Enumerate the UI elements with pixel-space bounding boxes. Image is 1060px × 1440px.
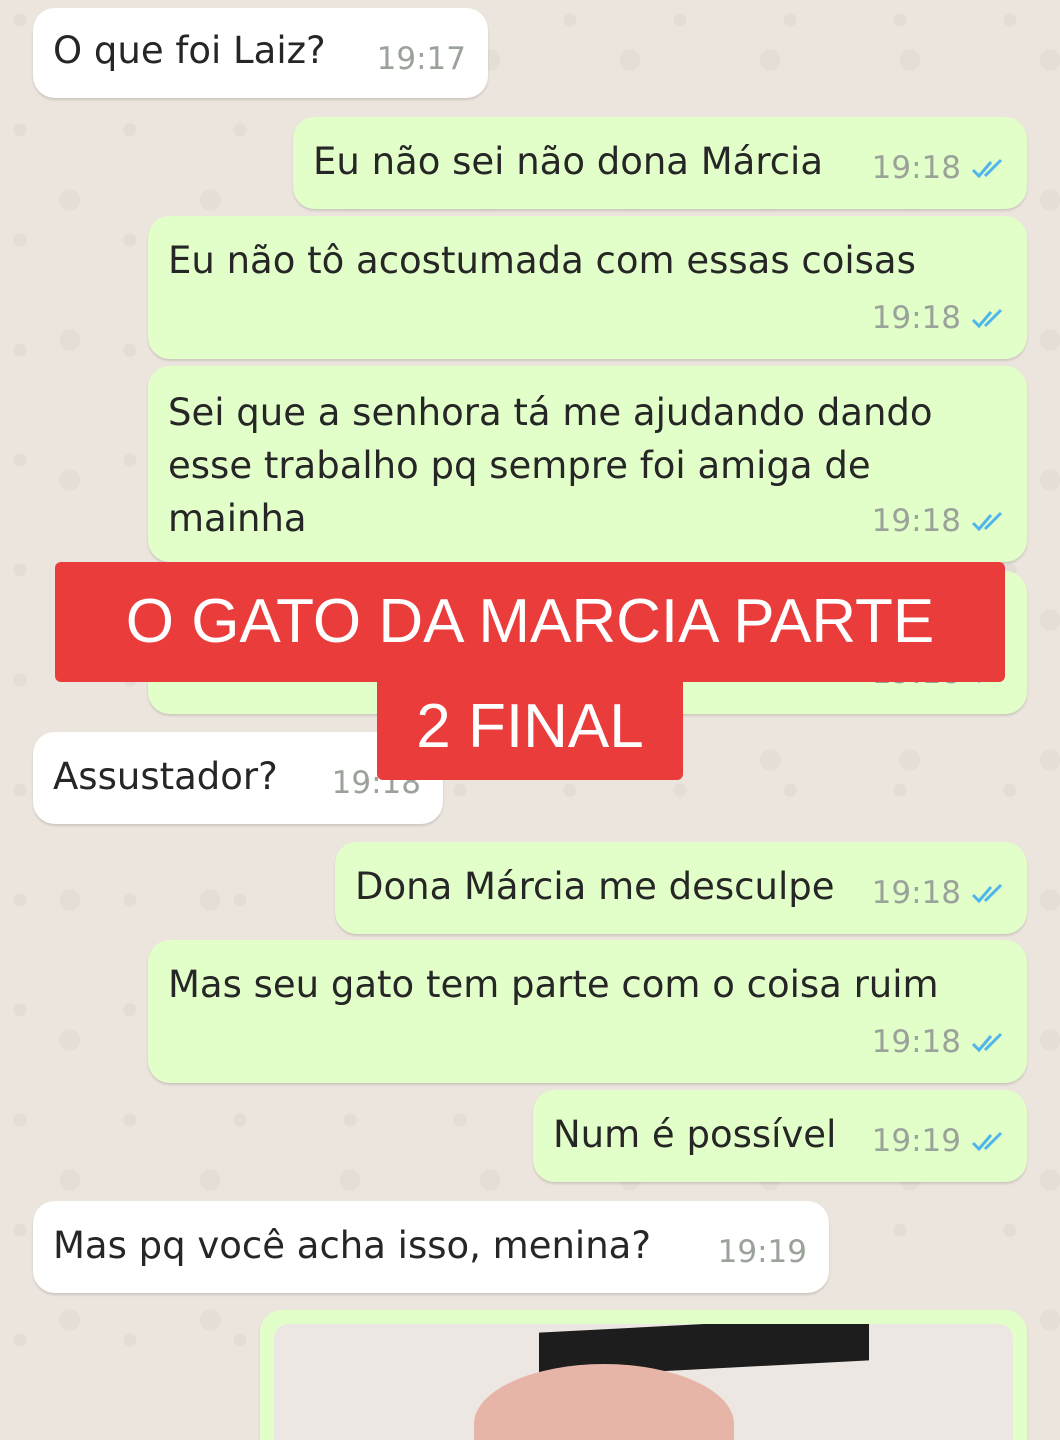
title-banner-line2: 2 FINAL (377, 674, 683, 780)
image-thumbnail[interactable] (274, 1324, 1013, 1440)
image-message-bubble[interactable] (260, 1310, 1027, 1440)
double-check-icon (971, 1032, 1003, 1052)
message-text-line: mainha (168, 497, 307, 540)
message-text-line: Sei que a senhora tá me ajudando dando (168, 391, 933, 434)
message-meta: 19:19 (872, 1115, 1005, 1168)
message-text-line: esse trabalho pq sempre foi amiga de (168, 444, 871, 487)
message-time: 19:18 (871, 503, 961, 539)
title-banner-line1: O GATO DA MARCIA PARTE (55, 562, 1005, 682)
double-check-icon (971, 308, 1003, 328)
message-bubble-outgoing[interactable]: Sei que a senhora tá me ajudando dando e… (148, 366, 1027, 562)
message-bubble-outgoing[interactable]: Eu não tô acostumada com essas coisas 19… (148, 216, 1027, 359)
double-check-icon (971, 883, 1003, 903)
message-time: 19:18 (871, 1024, 961, 1060)
message-meta: 19:18 (872, 495, 1005, 548)
double-check-icon (971, 158, 1003, 178)
message-text: Dona Márcia me desculpe (355, 865, 835, 908)
message-text: Mas pq você acha isso, menina? (53, 1224, 651, 1267)
message-time: 19:17 (376, 41, 466, 77)
message-time: 19:18 (871, 150, 961, 186)
message-time: 19:18 (871, 300, 961, 336)
message-text: Eu não sei não dona Márcia (313, 140, 824, 183)
message-time: 19:19 (717, 1234, 807, 1270)
double-check-icon (971, 1131, 1003, 1151)
message-text: Eu não tô acostumada com essas coisas (168, 239, 916, 282)
message-bubble-incoming[interactable]: O que foi Laiz? 19:17 (33, 8, 488, 98)
message-meta: 19:18 (872, 1016, 1005, 1069)
message-time: 19:18 (871, 875, 961, 911)
message-text: Num é possível (553, 1113, 837, 1156)
message-text: Mas seu gato tem parte com o coisa ruim (168, 963, 939, 1006)
message-meta: 19:18 (872, 292, 1005, 345)
message-meta: 19:18 (872, 867, 1005, 920)
message-text: O que foi Laiz? (53, 29, 326, 72)
double-check-icon (971, 511, 1003, 531)
message-time: 19:19 (871, 1123, 961, 1159)
message-bubble-outgoing[interactable]: Num é possível 19:19 (533, 1090, 1027, 1182)
message-bubble-outgoing[interactable]: Dona Márcia me desculpe 19:18 (335, 842, 1027, 934)
message-bubble-incoming[interactable]: Mas pq você acha isso, menina? 19:19 (33, 1201, 829, 1293)
message-meta: 19:18 (872, 142, 1005, 195)
message-text: Assustador? (53, 755, 278, 798)
message-bubble-outgoing[interactable]: Eu não sei não dona Márcia 19:18 (293, 117, 1027, 209)
pink-plush-shape (474, 1364, 734, 1440)
message-bubble-outgoing[interactable]: Mas seu gato tem parte com o coisa ruim … (148, 940, 1027, 1083)
